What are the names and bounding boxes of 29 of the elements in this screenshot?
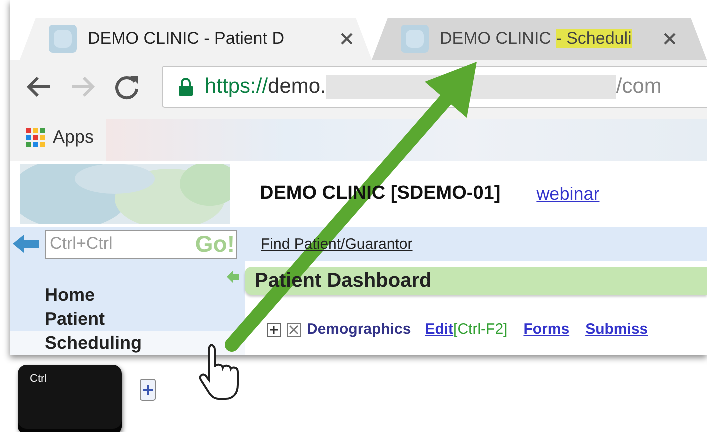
back-arrow-icon[interactable] bbox=[13, 234, 39, 254]
action-link[interactable]: Submiss bbox=[586, 321, 648, 338]
nav-item[interactable]: Scheduling bbox=[10, 331, 245, 355]
browser-tab[interactable]: DEMO CLINIC - Scheduli bbox=[372, 18, 707, 60]
shortcut-text: [Ctrl-F2] bbox=[454, 321, 508, 338]
apps-icon bbox=[26, 128, 45, 147]
webinar-link[interactable]: webinar bbox=[536, 184, 600, 204]
plus-icon bbox=[140, 379, 156, 401]
browser-tab[interactable]: DEMO CLINIC - Patient D bbox=[20, 18, 372, 60]
section-title: Demographics bbox=[307, 321, 412, 338]
url-text: /com bbox=[616, 74, 662, 99]
close-box-icon bbox=[287, 322, 301, 336]
url-text: https://demo. bbox=[205, 74, 326, 99]
ctrl-key: Ctrl bbox=[18, 365, 122, 432]
favicon-icon bbox=[48, 24, 78, 54]
expand-icon bbox=[267, 322, 281, 336]
nav-item[interactable]: Home bbox=[10, 283, 245, 307]
close-icon[interactable] bbox=[340, 32, 354, 46]
lock-icon bbox=[179, 78, 193, 96]
address-bar[interactable]: https://demo. /com bbox=[162, 66, 707, 108]
action-link[interactable]: Edit bbox=[425, 321, 454, 338]
favicon-icon bbox=[400, 24, 430, 54]
tab-title: DEMO CLINIC - Patient D bbox=[88, 29, 286, 49]
close-icon[interactable] bbox=[663, 32, 677, 46]
action-link[interactable]: Forms bbox=[524, 321, 570, 338]
hand-cursor-icon bbox=[198, 343, 242, 401]
bookmark-link[interactable]: Apps bbox=[53, 126, 94, 148]
tab-title: DEMO CLINIC - Scheduli bbox=[440, 29, 633, 49]
nav-item[interactable]: Patient bbox=[10, 307, 245, 331]
